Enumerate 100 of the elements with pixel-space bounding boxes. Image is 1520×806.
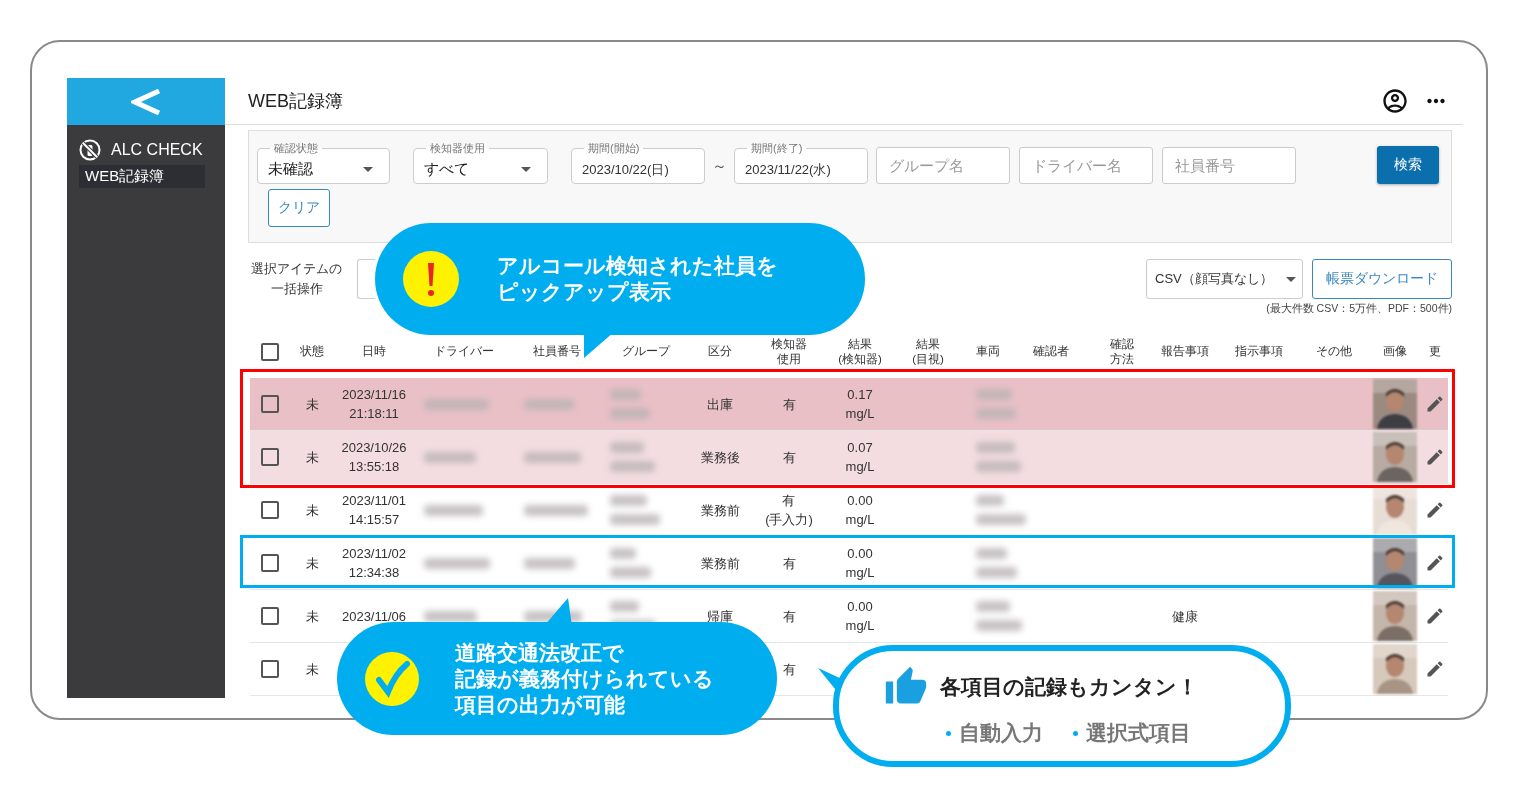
chevron-logo-icon — [131, 88, 161, 115]
column-header: 画像 — [1383, 344, 1407, 359]
column-header: グループ — [622, 344, 670, 359]
select-field[interactable]: 確認状態 未確認 — [257, 141, 390, 184]
checkbox[interactable] — [261, 501, 279, 519]
page-title: WEB記録簿 — [248, 90, 344, 113]
blurred-text — [610, 442, 644, 453]
column-header: 報告事項 — [1161, 344, 1209, 359]
search-button[interactable]: 検索 — [1377, 146, 1439, 184]
blurred-text — [976, 620, 1022, 631]
blurred-text — [976, 601, 1010, 612]
user-icon[interactable] — [1381, 87, 1409, 115]
edit-icon[interactable] — [1425, 553, 1445, 573]
callout-text: アルコール検知された社員を ピックアップ表示 — [497, 253, 778, 305]
table-cell-text: 未 — [305, 660, 319, 679]
blurred-text — [976, 461, 1021, 472]
blurred-text — [424, 451, 476, 463]
table-cell-text: 未 — [305, 554, 319, 573]
column-header: その他 — [1316, 344, 1352, 359]
exclamation-icon — [403, 251, 459, 307]
checkbox[interactable] — [261, 342, 279, 361]
blurred-text — [610, 461, 655, 472]
blurred-text — [976, 495, 1004, 506]
clear-button[interactable]: クリア — [268, 189, 330, 227]
date-field[interactable]: 期間(開始) 2023/10/22(日) — [571, 141, 705, 184]
blurred-text — [424, 557, 490, 569]
table-cell-text: 未 — [305, 501, 319, 520]
table-cell-text: 業務前 — [700, 554, 740, 573]
bullet-icon — [1073, 730, 1078, 736]
prohibited-bottle-icon — [79, 139, 101, 161]
column-header: 結果 (検知器) — [838, 336, 882, 367]
table-cell-text: 有 — [782, 554, 796, 573]
column-header: 検知器 使用 — [771, 336, 807, 367]
blurred-text — [976, 442, 1015, 453]
callout-title: 各項目の記録もカンタン！ — [940, 674, 1198, 700]
blurred-text — [610, 514, 660, 525]
column-header: 状態 — [300, 344, 324, 359]
highlighted-row[interactable]: 未 2023/10/26 13:55:18 業務後 有 0.07 mg/L — [250, 431, 1448, 484]
blurred-text — [610, 389, 641, 400]
checkbox[interactable] — [261, 448, 279, 466]
blurred-text — [610, 601, 639, 612]
check-icon — [365, 651, 419, 706]
bulk-action-label: 選択アイテムの 一括操作 — [250, 260, 343, 298]
edit-icon[interactable] — [1425, 606, 1445, 626]
column-header: 車両 — [976, 344, 1000, 359]
blurred-text — [610, 495, 647, 506]
edit-icon[interactable] — [1425, 659, 1445, 679]
table-cell-text: 0.00 mg/L — [845, 545, 875, 582]
caret-icon — [521, 167, 531, 172]
checkbox[interactable] — [261, 607, 279, 625]
checkbox[interactable] — [261, 395, 279, 413]
blurred-text — [524, 451, 581, 463]
limit-note: (最大件数 CSV：5万件、PDF：500件) — [1266, 302, 1452, 316]
callout-text: 自動入力 — [959, 720, 1043, 746]
table-cell-text: 帰庫 — [707, 607, 733, 626]
column-header: 更 — [1429, 344, 1441, 359]
blurred-text — [976, 389, 1012, 400]
blurred-text — [524, 504, 588, 516]
sidebar-item[interactable]: WEB記録簿 — [79, 165, 205, 188]
blurred-text — [610, 548, 636, 559]
format-select[interactable]: CSV（顔写真なし） — [1146, 259, 1303, 299]
table-cell-text: 2023/11/01 14:15:57 — [341, 492, 407, 529]
table-cell-text: 2023/11/02 12:34:38 — [341, 545, 407, 582]
column-header: 区分 — [708, 344, 732, 359]
table-cell-text: 2023/11/06 — [341, 607, 407, 626]
edit-icon[interactable] — [1425, 447, 1445, 467]
table-cell-text: 2023/10/26 13:55:18 — [341, 439, 407, 476]
blurred-text — [976, 408, 1016, 419]
input-field[interactable]: 社員番号 — [1162, 147, 1296, 184]
caret-icon — [1286, 276, 1296, 282]
blurred-text — [424, 504, 483, 516]
checkbox[interactable] — [261, 660, 279, 678]
input-field[interactable]: ドライバー名 — [1019, 147, 1153, 184]
table-cell-text: 0.00 mg/L — [845, 492, 875, 529]
table-cell-text: 有 — [782, 660, 796, 679]
blurred-text — [610, 408, 650, 419]
table-cell-text: 有 — [782, 395, 796, 414]
table-cell-text: 0.00 mg/L — [845, 598, 875, 635]
download-button[interactable]: 帳票ダウンロード — [1312, 259, 1452, 299]
callout-text: 選択式項目 — [1086, 720, 1191, 746]
input-field[interactable]: グループ名 — [876, 147, 1010, 184]
table-cell-text: 0.17 mg/L — [845, 386, 875, 423]
table-cell-text: 未 — [305, 448, 319, 467]
checkbox[interactable] — [261, 554, 279, 572]
edit-icon[interactable] — [1425, 500, 1445, 520]
blurred-text — [976, 548, 1007, 559]
range-separator: ～ — [711, 157, 728, 176]
table-cell-text: 有 (手入力) — [765, 492, 813, 529]
blurred-text — [424, 610, 477, 622]
highlighted-row[interactable]: 未 2023/11/16 21:18:11 出庫 有 0.17 mg/L — [250, 378, 1448, 431]
blurred-text — [524, 557, 575, 569]
column-header: 指示事項 — [1235, 344, 1283, 359]
column-header: 確認 方法 — [1110, 336, 1134, 367]
table-cell-text: 未 — [305, 607, 319, 626]
blurred-text — [610, 567, 651, 578]
bullet-icon — [946, 730, 951, 736]
select-field[interactable]: 検知器使用 すべて — [413, 141, 548, 184]
date-field[interactable]: 期間(終了) 2023/11/22(水) — [734, 141, 868, 184]
edit-icon[interactable] — [1425, 394, 1445, 414]
table-cell-text: 業務後 — [700, 448, 740, 467]
